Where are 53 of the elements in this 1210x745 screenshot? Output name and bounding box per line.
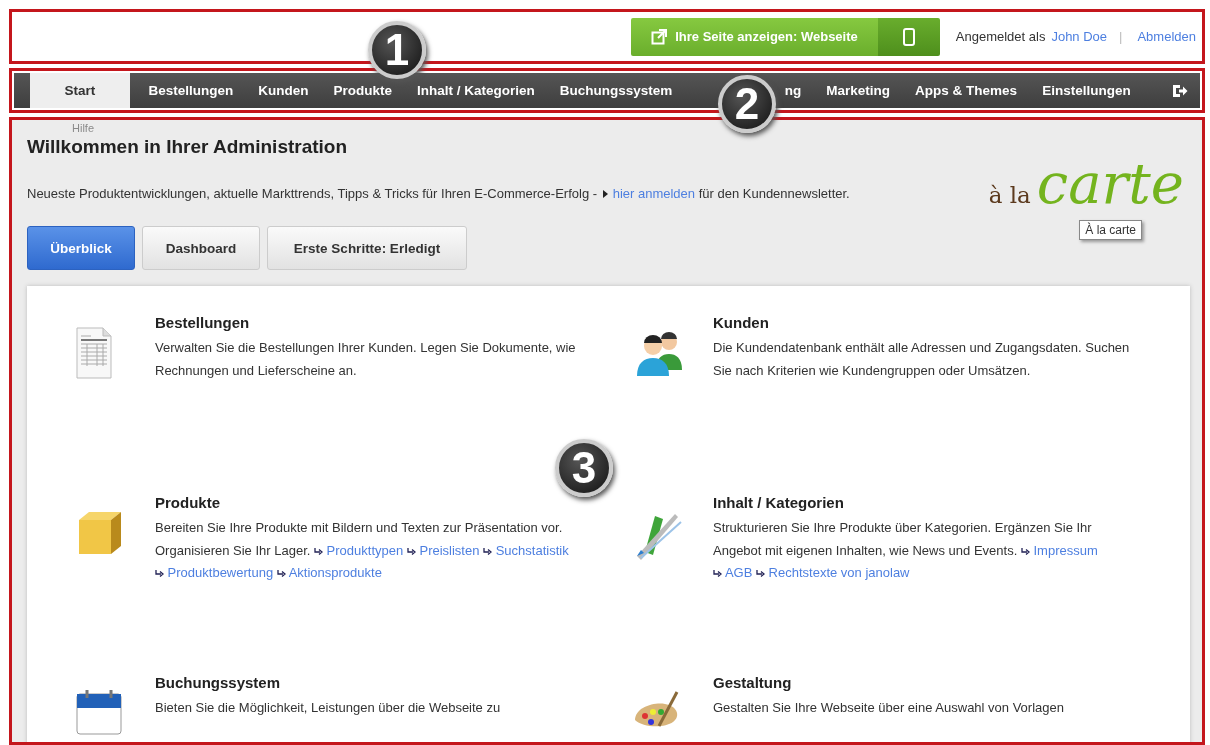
nav-item[interactable]: Start	[30, 73, 130, 108]
separator: |	[1119, 29, 1123, 44]
triangle-icon	[602, 190, 608, 198]
tooltip: À la carte	[1079, 220, 1142, 240]
section-description: Bieten Sie die Möglichkeit, Leistungen über die Webseite zu	[155, 699, 502, 717]
page-title: Willkommen in Ihrer Administration	[27, 136, 349, 158]
section-title[interactable]: Buchungssystem	[155, 674, 580, 691]
mobile-view-button[interactable]	[877, 17, 940, 56]
arrow-icon	[276, 570, 286, 578]
logout-icon	[1172, 83, 1188, 98]
tab[interactable]: Erste Schritte: Erledigt	[267, 226, 467, 270]
section-description: Strukturieren Sie Ihre Produkte über Kategorien. Ergänzen Sie Ihr Angebot mit eigenen Inhalten, wie News und Events. Impressum AGB Rechtstexte von janolaw	[713, 519, 1099, 582]
newsletter-text: Neueste Produktentwicklungen, aktuelle Markttrends, Tipps & Tricks für Ihren E-Commerce-Erfolg - hier anmelden für den Kundennewsletter.	[27, 185, 851, 203]
section-title[interactable]: Inhalt / Kategorien	[713, 494, 1138, 511]
arrow-icon	[483, 547, 493, 555]
link[interactable]: Aktionsprodukte	[276, 565, 382, 580]
link[interactable]: Rechtstexte von janolaw	[756, 565, 910, 580]
tab[interactable]: Überblick	[27, 226, 135, 270]
nav-item[interactable]: Marketing	[813, 73, 903, 108]
link[interactable]: Impressum	[1020, 542, 1098, 558]
section-title[interactable]: Kunden	[713, 314, 1138, 331]
link[interactable]: Preislisten	[406, 542, 480, 558]
arrow-icon	[1020, 547, 1030, 555]
user-link[interactable]: John Doe	[1051, 29, 1108, 44]
arrow-icon	[406, 547, 416, 555]
external-link-icon	[651, 28, 668, 45]
section-title[interactable]: Bestellungen	[155, 314, 580, 331]
section-description: Verwalten Sie die Bestellungen Ihrer Kunden. Legen Sie Dokumente, wie Rechnungen und Lieferscheine an.	[155, 339, 577, 380]
section-description: Bereiten Sie Ihre Produkte mit Bildern und Texten zur Präsentation vor. Organisieren Sie Ihr Lager. Produkttypen Preislisten Suchstatistik Produktbewertung Aktionsprodukte	[155, 519, 570, 582]
section-description: Die Kundendatenbank enthält alle Adressen und Zugangsdaten. Suchen Sie nach Kriterien wie Kundengruppen oder Umsätzen.	[713, 339, 1131, 380]
arrow-icon	[314, 547, 323, 555]
phone-icon	[902, 27, 915, 46]
nav-item[interactable]: Bestellungen	[136, 73, 246, 108]
link[interactable]: AGB	[713, 565, 753, 580]
link[interactable]: Suchstatistik	[483, 542, 569, 558]
nav-item[interactable]: Buchungssystem	[547, 73, 685, 108]
nav-item[interactable]: Einstellungen	[1029, 73, 1144, 108]
section-title[interactable]: Produkte	[155, 494, 580, 511]
arrow-icon	[713, 570, 722, 578]
login-label: Angemeldet als	[955, 29, 1046, 44]
link[interactable]: Produktbewertung	[155, 565, 274, 580]
callout-number: 1	[368, 21, 426, 79]
logo: à la carte	[988, 154, 1184, 214]
tab[interactable]: Dashboard	[142, 226, 260, 270]
section-description: Gestalten Sie Ihre Webseite über eine Auswahl von Vorlagen	[713, 699, 1065, 717]
section-title[interactable]: Gestaltung	[713, 674, 1138, 691]
arrow-icon	[756, 570, 765, 578]
arrow-icon	[155, 570, 164, 578]
nav-item[interactable]: ng	[784, 73, 814, 108]
logout-link[interactable]: Abmelden	[1137, 29, 1196, 44]
nav-item[interactable]: Apps & Themes	[902, 73, 1030, 108]
link[interactable]: Produkttypen	[314, 542, 404, 558]
nav-item[interactable]: Kunden	[245, 73, 321, 108]
